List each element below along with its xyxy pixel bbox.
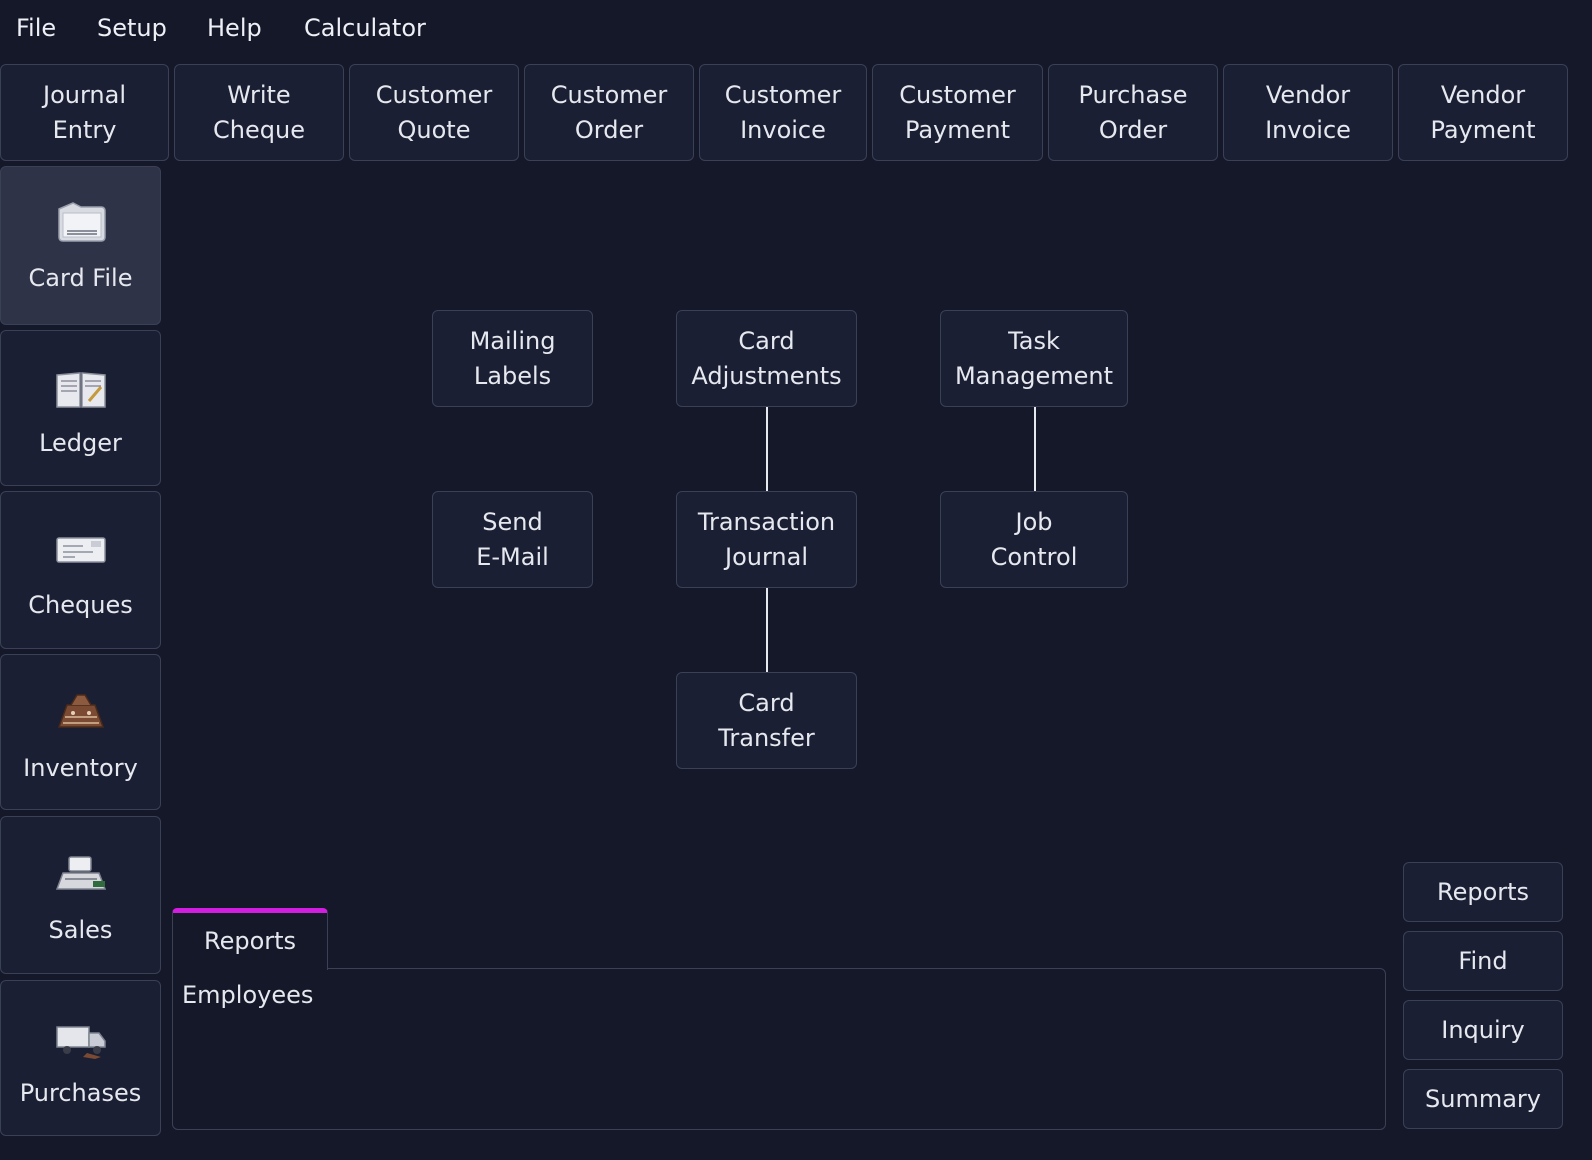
sidebar-label-cheques: Cheques (28, 591, 133, 619)
sidebar-item-cheques[interactable]: Cheques (0, 491, 161, 649)
sidebar-label-ledger: Ledger (39, 429, 122, 457)
purchase-order-button[interactable]: Purchase Order (1048, 64, 1218, 161)
sidebar-item-inventory[interactable]: Inventory (0, 654, 161, 810)
tab-reports[interactable]: Reports (172, 908, 328, 970)
card-transfer-button[interactable]: Card Transfer (676, 672, 857, 769)
vendor-invoice-button[interactable]: Vendor Invoice (1223, 64, 1393, 161)
sidebar-label-card-file: Card File (28, 264, 133, 292)
menu-calculator[interactable]: Calculator (304, 14, 426, 42)
reports-button[interactable]: Reports (1403, 862, 1563, 922)
customer-order-button[interactable]: Customer Order (524, 64, 694, 161)
menu-bar: File Setup Help Calculator (0, 0, 1592, 62)
customer-quote-button[interactable]: Customer Quote (349, 64, 519, 161)
sidebar-item-purchases[interactable]: Purchases (0, 980, 161, 1136)
sidebar-label-purchases: Purchases (19, 1079, 142, 1107)
reports-panel: Employees (172, 968, 1386, 1130)
sidebar-label-sales: Sales (48, 916, 113, 944)
app-window: File Setup Help Calculator Journal Entry… (0, 0, 1592, 1160)
mailing-labels-button[interactable]: Mailing Labels (432, 310, 593, 407)
send-email-button[interactable]: Send E-Mail (432, 491, 593, 588)
sidebar-item-card-file[interactable]: Card File (0, 166, 161, 325)
customer-payment-button[interactable]: Customer Payment (872, 64, 1043, 161)
delivery-truck-icon (55, 1026, 106, 1059)
inventory-icon (57, 694, 104, 728)
task-management-button[interactable]: Task Management (940, 310, 1128, 407)
inquiry-button[interactable]: Inquiry (1403, 1000, 1563, 1060)
folder-icon (57, 202, 106, 242)
connector-line (766, 407, 768, 491)
menu-setup[interactable]: Setup (97, 14, 167, 42)
sidebar-item-ledger[interactable]: Ledger (0, 330, 161, 486)
transaction-journal-button[interactable]: Transaction Journal (676, 491, 857, 588)
write-cheque-button[interactable]: Write Cheque (174, 64, 344, 161)
menu-file[interactable]: File (16, 14, 56, 42)
summary-button[interactable]: Summary (1403, 1069, 1563, 1129)
find-button[interactable]: Find (1403, 931, 1563, 991)
job-control-button[interactable]: Job Control (940, 491, 1128, 588)
ledger-book-icon (55, 372, 106, 408)
connector-line (766, 588, 768, 672)
cheque-icon (55, 537, 106, 563)
cash-register-icon (55, 856, 106, 890)
journal-entry-button[interactable]: Journal Entry (0, 64, 169, 161)
menu-help[interactable]: Help (207, 14, 262, 42)
customer-invoice-button[interactable]: Customer Invoice (699, 64, 867, 161)
sidebar-item-sales[interactable]: Sales (0, 816, 161, 974)
sidebar-label-inventory: Inventory (23, 754, 138, 782)
connector-line (1034, 407, 1036, 491)
vendor-payment-button[interactable]: Vendor Payment (1398, 64, 1568, 161)
card-adjustments-button[interactable]: Card Adjustments (676, 310, 857, 407)
list-item-employees[interactable]: Employees (182, 981, 313, 1009)
